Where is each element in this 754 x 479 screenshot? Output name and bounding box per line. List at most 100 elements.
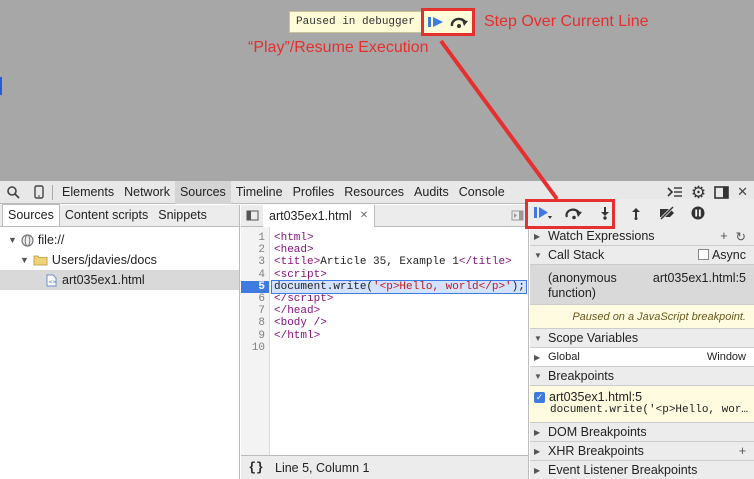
tab-console[interactable]: Console: [454, 181, 510, 204]
show-drawer-icon[interactable]: [667, 186, 683, 198]
async-label: Async: [711, 248, 746, 262]
tab-profiles[interactable]: Profiles: [288, 181, 340, 204]
overlay-controls-highlight: [420, 8, 475, 36]
search-icon[interactable]: [0, 181, 26, 204]
html-file-icon: <>: [46, 274, 57, 286]
code-line[interactable]: </script>: [272, 293, 528, 305]
tab-sources[interactable]: Sources: [174, 180, 231, 204]
tab-timeline[interactable]: Timeline: [231, 181, 288, 204]
scope-global-row[interactable]: ▶ Global Window: [530, 348, 754, 367]
expand-triangle-icon[interactable]: ▼: [8, 235, 17, 245]
pretty-print-icon[interactable]: {}: [241, 461, 271, 475]
paused-in-debugger-overlay: Paused in debugger: [289, 8, 475, 36]
scroll-marker: [0, 77, 2, 95]
settings-gear-icon[interactable]: ⚙: [691, 184, 706, 201]
tree-item-folder[interactable]: ▼ Users/jdavies/docs: [0, 250, 239, 270]
call-stack-header[interactable]: ▼ Call Stack Async: [530, 246, 754, 265]
call-frame[interactable]: (anonymous function) art035ex1.html:5: [530, 265, 754, 305]
tab-elements[interactable]: Elements: [57, 181, 119, 204]
line-number[interactable]: 6: [241, 293, 269, 305]
line-number[interactable]: 9: [241, 330, 269, 342]
editor-tabs: art035ex1.html ✕: [241, 204, 528, 227]
sources-navigator: Sources Content scripts Snippets ▼ file:…: [0, 204, 240, 479]
dock-side-icon[interactable]: [714, 185, 729, 199]
line-number[interactable]: 4: [241, 269, 269, 281]
debugger-sidebar: ▶ Watch Expressions + ↻ ▼ Call Stack Asy…: [525, 199, 754, 479]
code-lines: <html> <head> <title>Article 35, Example 1…: [271, 227, 528, 354]
nav-tab-content-scripts[interactable]: Content scripts: [60, 205, 153, 226]
code-area[interactable]: 1 2 3 4 5 6 7 8 9 10 <html> <head> <title>…: [241, 227, 528, 455]
watch-expressions-header[interactable]: ▶ Watch Expressions + ↻: [530, 227, 754, 246]
device-mode-icon[interactable]: [26, 181, 52, 204]
file-tab-label: art035ex1.html: [269, 208, 352, 223]
code-line[interactable]: <body />: [272, 317, 528, 329]
toggle-navigator-icon[interactable]: [241, 210, 263, 221]
tree-item-file[interactable]: <> art035ex1.html: [0, 270, 239, 290]
tab-audits[interactable]: Audits: [409, 181, 454, 204]
add-icon[interactable]: +: [739, 444, 746, 458]
line-number[interactable]: 10: [241, 342, 269, 354]
tab-network[interactable]: Network: [119, 181, 175, 204]
current-code-line[interactable]: document.write('<p>Hello, world</p>');: [271, 279, 527, 294]
nav-tab-sources[interactable]: Sources: [2, 204, 60, 226]
annotation-play-resume: “Play”/Resume Execution: [248, 39, 429, 56]
folder-icon: [33, 255, 48, 266]
expand-triangle-icon[interactable]: ▼: [20, 255, 29, 265]
line-number[interactable]: 8: [241, 317, 269, 329]
breakpoint-item[interactable]: ✓ art035ex1.html:5 document.write('<p>He…: [530, 386, 754, 423]
line-number-gutter[interactable]: 1 2 3 4 5 6 7 8 9 10: [241, 227, 270, 455]
line-number[interactable]: 3: [241, 256, 269, 268]
close-tab-icon[interactable]: ✕: [360, 210, 368, 221]
page-viewport: Paused in debugger Step Over Current Lin…: [0, 0, 754, 181]
tab-resources[interactable]: Resources: [339, 181, 409, 204]
xhr-breakpoints-header[interactable]: ▶ XHR Breakpoints +: [530, 442, 754, 461]
event-listener-breakpoints-header[interactable]: ▶ Event Listener Breakpoints: [530, 461, 754, 479]
tree-item-file-root[interactable]: ▼ file://: [0, 230, 239, 250]
collapsed-triangle-icon: ▶: [534, 446, 541, 456]
step-into-icon: [601, 207, 609, 220]
code-tag: </html>: [274, 329, 321, 342]
step-over-button[interactable]: [561, 202, 587, 224]
dom-breakpoints-header[interactable]: ▶ DOM Breakpoints: [530, 423, 754, 442]
section-title: DOM Breakpoints: [548, 425, 647, 439]
code-line[interactable]: <title>Article 35, Example 1</title>: [272, 256, 528, 268]
call-frame-function: (anonymous function): [548, 271, 617, 300]
step-over-overlay-button[interactable]: [449, 15, 469, 29]
expanded-triangle-icon: ▼: [534, 371, 542, 381]
breakpoint-line-number[interactable]: 5: [241, 280, 269, 293]
code-tag: </head>: [274, 305, 321, 318]
code-line[interactable]: </html>: [272, 330, 528, 342]
add-icon[interactable]: +: [720, 229, 727, 244]
step-over-icon: [450, 17, 468, 28]
resume-overlay-button[interactable]: [427, 15, 445, 29]
nav-tab-snippets[interactable]: Snippets: [153, 205, 212, 226]
navigator-tabs: Sources Content scripts Snippets: [0, 204, 239, 227]
code-line[interactable]: <head>: [272, 244, 528, 256]
breakpoint-checkbox[interactable]: ✓: [534, 391, 545, 403]
breakpoint-location: art035ex1.html:5: [549, 390, 643, 404]
code-line[interactable]: </head>: [272, 305, 528, 317]
step-into-button[interactable]: [592, 202, 618, 224]
line-number[interactable]: 7: [241, 305, 269, 317]
file-tab[interactable]: art035ex1.html ✕: [263, 204, 376, 227]
step-out-button[interactable]: [623, 202, 649, 224]
scope-global-value: Window: [706, 351, 746, 363]
code-line[interactable]: [272, 342, 528, 354]
scope-variables-header[interactable]: ▼ Scope Variables: [530, 329, 754, 348]
line-number[interactable]: 1: [241, 232, 269, 244]
async-checkbox[interactable]: [697, 249, 709, 260]
code-line[interactable]: <html>: [272, 232, 528, 244]
breakpoints-header[interactable]: ▼ Breakpoints: [530, 367, 754, 386]
annotation-step-over: Step Over Current Line: [484, 13, 649, 30]
close-devtools-icon[interactable]: ✕: [737, 184, 748, 200]
refresh-icon[interactable]: ↻: [736, 229, 746, 244]
pause-on-exceptions-button[interactable]: [685, 202, 711, 224]
line-number[interactable]: 2: [241, 244, 269, 256]
source-editor: art035ex1.html ✕ 1 2 3 4 5 6 7 8 9 10 <h…: [241, 204, 529, 479]
toggle-debugger-icon[interactable]: [511, 210, 524, 221]
breakpoint-snippet: document.write('<p>Hello, wor…: [550, 404, 749, 416]
pause-on-exceptions-icon: [691, 206, 705, 220]
deactivate-breakpoints-button[interactable]: [654, 202, 680, 224]
code-line[interactable]: <script>: [272, 269, 528, 281]
resume-button[interactable]: [530, 202, 556, 224]
